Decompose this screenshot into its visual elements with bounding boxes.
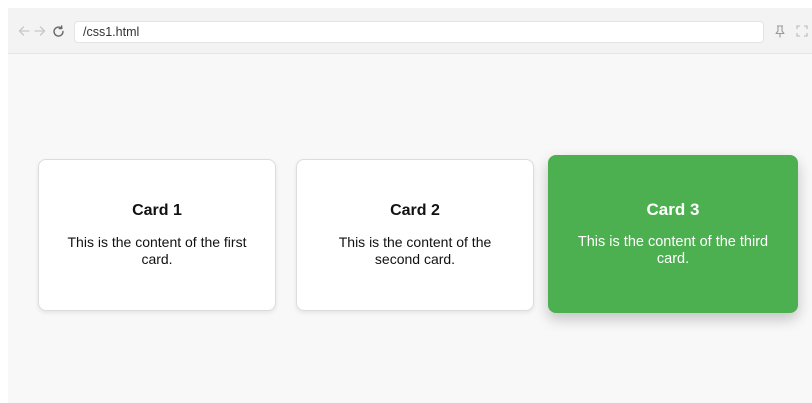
card-title: Card 2 [390, 202, 440, 219]
card-3[interactable]: Card 3 This is the content of the third … [548, 155, 798, 313]
reload-icon[interactable] [50, 22, 66, 40]
browser-toolbar: /css1.html [8, 8, 812, 54]
pin-icon[interactable] [772, 22, 788, 40]
browser-window: /css1.html Card 1 This is the content of… [8, 8, 812, 403]
page: /css1.html Card 1 This is the content of… [0, 0, 812, 403]
card-content: This is the content of the second card. [338, 234, 492, 267]
card-1[interactable]: Card 1 This is the content of the first … [38, 159, 276, 311]
fullscreen-icon[interactable] [794, 22, 810, 40]
back-icon[interactable] [16, 22, 32, 40]
page-viewport: Card 1 This is the content of the first … [8, 54, 812, 403]
card-content: This is the content of the third card. [577, 234, 769, 267]
card-title: Card 1 [132, 202, 182, 219]
card-content: This is the content of the first card. [67, 234, 247, 267]
card-2[interactable]: Card 2 This is the content of the second… [296, 159, 534, 311]
address-bar[interactable]: /css1.html [74, 21, 764, 43]
card-title: Card 3 [646, 200, 700, 219]
forward-icon[interactable] [32, 22, 48, 40]
address-bar-url: /css1.html [83, 25, 140, 39]
